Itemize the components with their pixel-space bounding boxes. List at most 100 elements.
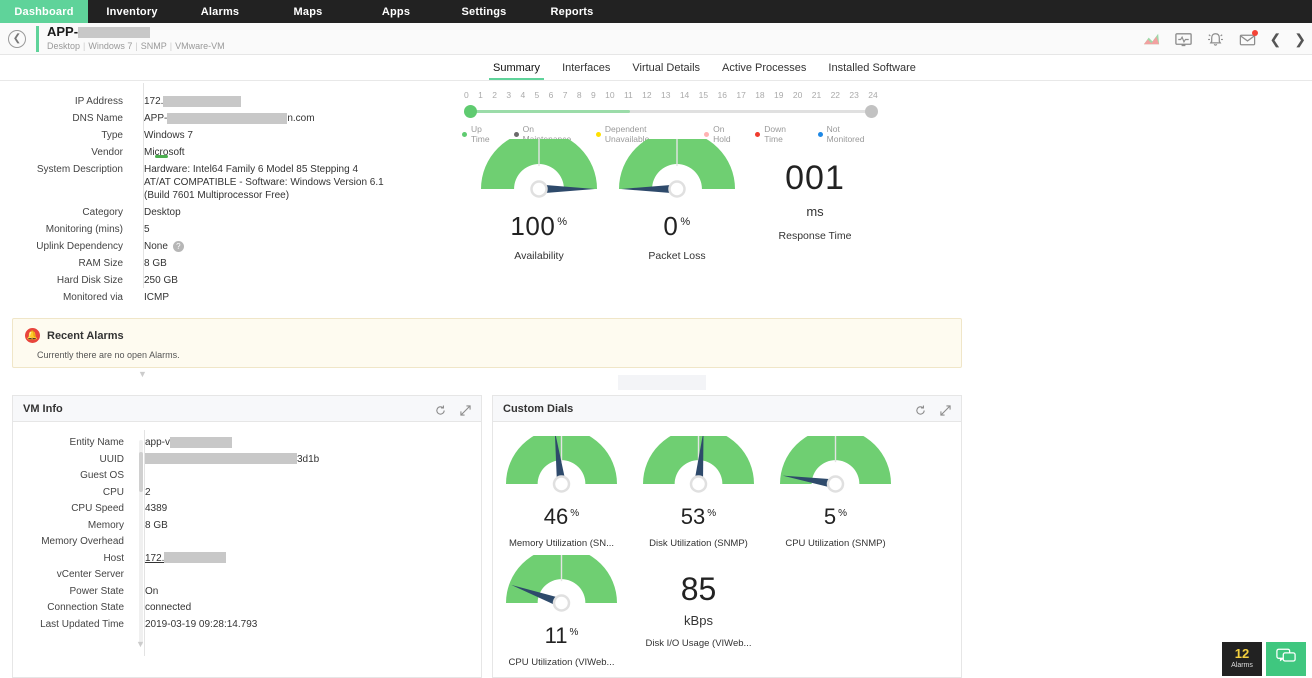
custom-dials-actions — [915, 403, 951, 414]
summary-gauge-row: 100%Availability0%Packet Loss001msRespon… — [470, 139, 884, 262]
breadcrumb-item: SNMP — [141, 41, 167, 51]
alarm-count-widget[interactable]: 12 Alarms — [1222, 642, 1262, 676]
nav-item-maps[interactable]: Maps — [264, 0, 352, 23]
info-label: Memory — [13, 519, 134, 532]
info-label: System Description — [0, 163, 133, 202]
alarm-bell-icon: 🔔 — [25, 328, 40, 343]
help-icon[interactable]: ? — [173, 241, 184, 252]
info-label: UUID — [13, 453, 134, 466]
info-value-text: Windows 7 — [144, 130, 193, 141]
timeline-bar[interactable] — [462, 104, 880, 118]
gauge-label: Packet Loss — [608, 250, 746, 262]
timeline-tick: 9 — [591, 90, 596, 100]
breadcrumb: Desktop|Windows 7|SNMP|VMware-VM — [47, 41, 225, 51]
nav-item-inventory[interactable]: Inventory — [88, 0, 176, 23]
info-label: Power State — [13, 585, 134, 598]
tab-active-processes[interactable]: Active Processes — [711, 62, 817, 80]
dial-value: 11% — [493, 625, 630, 647]
timeline-tick: 1 — [478, 90, 483, 100]
chart-area-icon[interactable] — [1142, 30, 1161, 49]
tab-virtual-details[interactable]: Virtual Details — [621, 62, 711, 80]
expand-icon[interactable] — [940, 403, 951, 414]
refresh-icon[interactable] — [435, 403, 446, 414]
timeline-tick: 6 — [549, 90, 554, 100]
legend-dot — [596, 132, 601, 137]
info-value-text: Desktop — [144, 207, 181, 218]
dial-label: CPU Utilization (SNMP) — [767, 538, 904, 549]
info-label: Monitoring (mins) — [0, 223, 133, 236]
info-row: Monitored viaICMP — [0, 291, 430, 304]
tab-summary[interactable]: Summary — [482, 62, 551, 80]
info-value: ICMP — [133, 291, 169, 304]
info-value-text: 8 GB — [145, 520, 168, 531]
info-row: Guest OS — [13, 469, 481, 482]
info-value: 2019-03-19 09:28:14.793 — [134, 618, 257, 631]
info-label: DNS Name — [0, 112, 133, 125]
alarm-bell-icon[interactable] — [1206, 30, 1225, 49]
top-navigation: DashboardInventoryAlarmsMapsAppsSettings… — [0, 0, 1312, 23]
info-value-text: On — [145, 586, 158, 597]
info-label: Connection State — [13, 601, 134, 614]
info-value-text: ICMP — [144, 292, 169, 303]
timeline-start-handle[interactable] — [464, 105, 477, 118]
recent-alarms-banner: 🔔 Recent Alarms Currently there are no o… — [12, 318, 962, 368]
info-value[interactable]: 172. — [134, 552, 226, 565]
nav-item-reports[interactable]: Reports — [528, 0, 616, 23]
chevron-right-icon[interactable]: ❯ — [1294, 32, 1306, 46]
dial-label: CPU Utilization (VIWeb... — [493, 657, 630, 668]
info-label: Entity Name — [13, 436, 134, 449]
nav-item-settings[interactable]: Settings — [440, 0, 528, 23]
custom-dials-body: 46%Memory Utilization (SN...53%Disk Util… — [493, 422, 961, 674]
info-value-text: 172. — [145, 553, 164, 564]
info-row: Category Desktop — [0, 206, 430, 219]
info-value: 250 GB — [133, 274, 178, 287]
info-label: IP Address — [0, 95, 133, 108]
back-button[interactable]: ❮ — [8, 30, 26, 48]
breadcrumb-item: Windows 7 — [88, 41, 132, 51]
chat-bubble-icon — [1276, 648, 1296, 670]
gauge-unit: ms — [746, 204, 884, 219]
info-row: DNS NameAPP-n.com — [0, 112, 430, 125]
vm-scroll-down-caret[interactable]: ▼ — [136, 639, 145, 649]
monitor-pulse-icon[interactable] — [1174, 30, 1193, 49]
dial-unit: kBps — [630, 613, 767, 628]
info-value-text: 172. — [144, 96, 163, 107]
mail-icon[interactable] — [1238, 30, 1257, 49]
info-value: 3d1b — [134, 453, 319, 466]
vm-info-body: Entity Nameapp-vUUID3d1bGuest OSCPU2CPU … — [13, 422, 481, 677]
info-value-text: app-v — [145, 437, 170, 448]
tab-interfaces[interactable]: Interfaces — [551, 62, 621, 80]
dial-unit: % — [707, 508, 716, 519]
timeline-tick: 23 — [849, 90, 858, 100]
accent-bar — [36, 26, 39, 52]
info-label: Category — [0, 206, 133, 219]
nav-item-dashboard[interactable]: Dashboard — [0, 0, 88, 23]
tab-installed-software[interactable]: Installed Software — [817, 62, 926, 80]
scroll-down-caret[interactable]: ▼ — [138, 369, 147, 379]
expand-icon[interactable] — [460, 403, 471, 414]
chat-widget-button[interactable] — [1266, 642, 1306, 676]
gauge-label: Availability — [470, 250, 608, 262]
nav-item-apps[interactable]: Apps — [352, 0, 440, 23]
info-divider — [143, 83, 144, 288]
timeline-end-handle[interactable] — [865, 105, 878, 118]
timeline-tick: 17 — [736, 90, 745, 100]
timeline-tick: 2 — [492, 90, 497, 100]
device-title-block: APP- Desktop|Windows 7|SNMP|VMware-VM — [47, 25, 225, 51]
vm-scrollbar-thumb[interactable] — [139, 452, 143, 492]
legend-dot — [462, 132, 467, 137]
refresh-icon[interactable] — [915, 403, 926, 414]
info-value: Windows 7 — [133, 129, 193, 142]
vm-info-actions — [435, 403, 471, 414]
info-row: Monitoring (mins)5 — [0, 223, 430, 236]
info-row: IP Address 172. — [0, 95, 430, 108]
chevron-left-icon[interactable]: ❮ — [1270, 32, 1282, 46]
dial-unit: % — [570, 508, 579, 519]
nav-item-alarms[interactable]: Alarms — [176, 0, 264, 23]
redacted-value — [164, 552, 226, 563]
info-value: On — [134, 585, 158, 598]
info-label: Memory Overhead — [13, 535, 134, 548]
timeline-ticks: 0123456789101112131415161718192021222324 — [462, 90, 880, 100]
info-row: Hard Disk Size250 GB — [0, 274, 430, 287]
dial-value-number: 11 — [545, 623, 568, 648]
